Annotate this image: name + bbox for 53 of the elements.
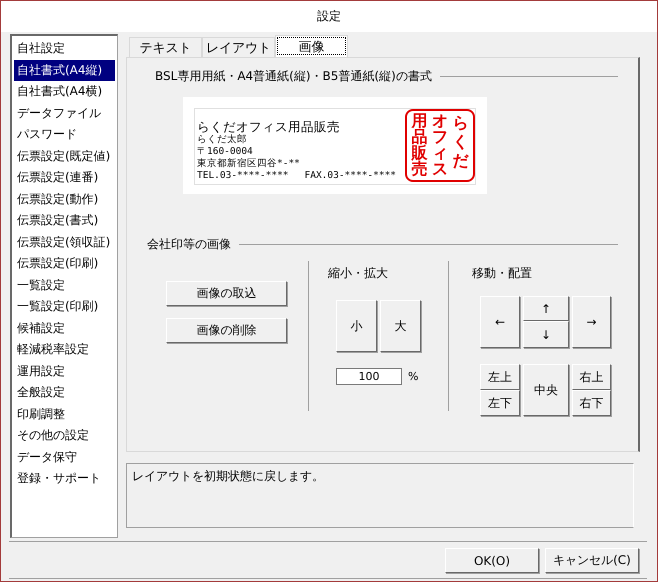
sidebar-item[interactable]: 軽減税率設定 [14,339,115,360]
sidebar-item[interactable]: データ保守 [14,446,115,468]
sidebar-item[interactable]: 一覧設定(印刷) [14,296,115,318]
sidebar-item[interactable]: データファイル [14,102,115,124]
top-right-button[interactable]: 右上 [572,364,611,390]
section-title: BSL専用用紙・A4普通紙(縦)・B5普通紙(縦)の書式 [155,68,432,85]
fax-number: FAX.03-****-**** [304,170,396,182]
sidebar-item[interactable]: 伝票設定(印刷) [14,253,115,274]
bottom-left-button[interactable]: 左下 [480,390,520,416]
sidebar-item[interactable]: 自社書式(A4横) [14,81,115,102]
sidebar-item[interactable]: 伝票設定(動作) [14,188,115,210]
description-text: レイアウトを初期状態に戻します。 [132,469,324,483]
sidebar-item[interactable]: 伝票設定(領収証) [14,232,115,253]
sidebar-item[interactable]: 伝票設定(書式) [14,210,115,232]
tab[interactable]: レイアウト [202,37,275,57]
group-title: 縮小・拡大 [328,265,389,282]
section-title: 会社印等の画像 [147,236,231,253]
sidebar-item[interactable]: その他の設定 [14,425,115,446]
postal-code: 〒160-0004 [197,146,254,158]
sidebar-item[interactable]: パスワード [14,124,115,146]
image-button[interactable]: 画像の削除 [166,318,287,343]
person-name: らくだ太郎 [197,134,248,146]
scale-button[interactable]: 大 [380,300,421,352]
bottom-right-button[interactable]: 右下 [572,390,611,416]
sidebar-item[interactable]: 運用設定 [14,360,115,382]
address: 東京都新宿区四谷*-** [197,158,301,170]
scale-input[interactable]: 100 [336,368,402,385]
scale-button[interactable]: 小 [336,300,377,352]
image-button[interactable]: 画像の取込 [166,281,287,306]
sidebar-item[interactable]: 全般設定 [14,382,115,404]
move-left-button[interactable]: ← [480,296,520,348]
tab[interactable]: テキスト [129,37,202,57]
tab[interactable]: 画像 [275,35,348,57]
dialog-button[interactable]: OK(O) [445,548,539,573]
sidebar-item[interactable]: 伝票設定(連番) [14,167,115,188]
company-name: らくだオフィス用品販売 [197,119,341,134]
top-left-button[interactable]: 左上 [480,364,520,390]
phone-number: TEL.03-****-**** [197,170,289,182]
window-title: 設定 [317,8,341,25]
sidebar-item[interactable]: 自社設定 [14,38,115,60]
move-right-button[interactable]: → [572,296,611,348]
center-button[interactable]: 中央 [523,364,569,416]
sidebar-item[interactable]: 印刷調整 [14,404,115,425]
sidebar-item[interactable]: 候補設定 [14,318,115,339]
sidebar-item[interactable]: 自社書式(A4縦) [14,60,115,81]
sidebar-item[interactable]: 伝票設定(既定値) [14,146,115,167]
sidebar-item[interactable]: 一覧設定 [14,274,115,296]
group-title: 移動・配置 [472,265,533,282]
sidebar-item[interactable]: 登録・サポート [14,468,115,490]
move-up-button[interactable]: ↑ [523,296,569,321]
move-down-button[interactable]: ↓ [523,321,569,348]
percent-unit: % [408,370,418,383]
dialog-button[interactable]: キャンセル(C) [545,548,639,573]
